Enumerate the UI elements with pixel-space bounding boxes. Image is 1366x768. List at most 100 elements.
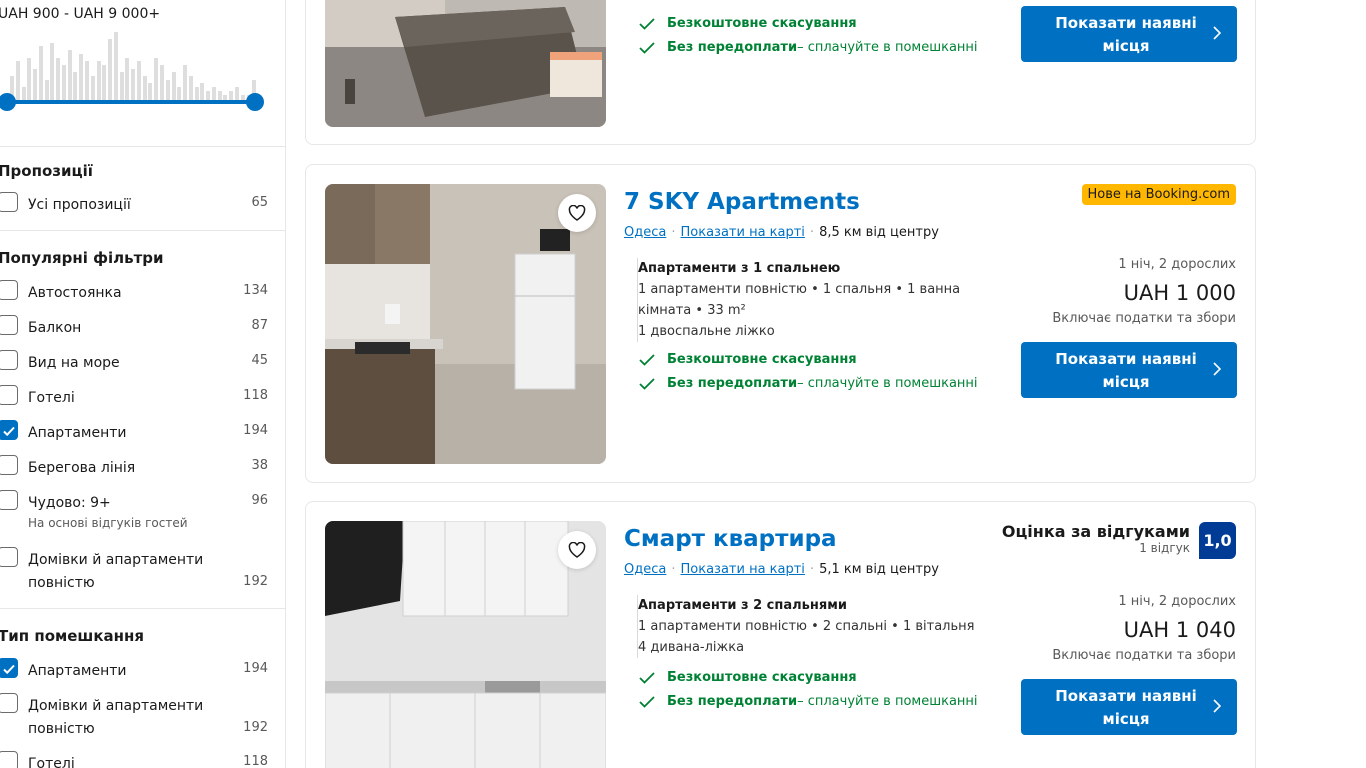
- checkbox[interactable]: [0, 350, 18, 370]
- checkbox-checked[interactable]: [0, 420, 18, 440]
- histogram-bar: [85, 61, 89, 102]
- perk-text: Безкоштовне скасування: [667, 352, 857, 367]
- review-summary[interactable]: Оцінка за відгуками 1 відгук 1,0: [1002, 522, 1236, 559]
- filter-label: Балкон: [28, 320, 82, 336]
- unit-info: Апартаменти з 1 спальнею 1 апартаменти п…: [637, 258, 1007, 342]
- price-histogram: [10, 28, 258, 102]
- filter-count: 118: [243, 388, 268, 403]
- histogram-bar: [160, 65, 164, 102]
- taxes-note: Включає податки та збори: [1052, 311, 1236, 326]
- checkmark-icon: [3, 426, 15, 437]
- show-on-map-link[interactable]: Показати на карті: [680, 225, 804, 240]
- histogram-bar: [102, 65, 107, 102]
- filter-sublabel: На основі відгуків гостей: [28, 516, 188, 530]
- no-prepayment-perk: Без передоплати – сплачуйте в помешканні: [639, 376, 978, 391]
- unit-info: Апартаменти з 2 спальнями 1 апартаменти …: [637, 595, 1007, 658]
- filter-count: 192: [243, 574, 268, 589]
- checkmark-icon: [3, 664, 15, 675]
- free-cancellation-perk: Безкоштовне скасування: [639, 16, 857, 31]
- checkbox[interactable]: [0, 455, 18, 475]
- button-label: Показати наявні місця: [1055, 350, 1197, 391]
- filter-label: Берегова лінія: [28, 460, 136, 476]
- checkmark-icon: [639, 671, 655, 684]
- review-label: Оцінка за відгуками: [1001, 522, 1190, 541]
- unit-description: 1 апартаменти повністю • 2 спальні • 1 в…: [638, 619, 975, 634]
- save-favorite-button[interactable]: [558, 194, 596, 232]
- show-availability-button[interactable]: Показати наявні місця: [1021, 679, 1237, 735]
- filter-count: 194: [243, 423, 268, 438]
- price-slider-min-handle[interactable]: [0, 93, 16, 111]
- perk-text: – сплачуйте в помешканні: [797, 40, 978, 55]
- filter-count: 65: [251, 195, 268, 210]
- price-slider-track[interactable]: [8, 100, 254, 104]
- price-range-label: UAH 900 - UAH 9 000+: [0, 6, 161, 22]
- separator-dot: ·: [809, 225, 815, 240]
- histogram-bar: [38, 46, 43, 102]
- histogram-bar: [113, 32, 118, 102]
- property-photo[interactable]: [325, 521, 606, 768]
- checkbox[interactable]: [0, 385, 18, 405]
- price: UAH 1 000: [1123, 281, 1236, 305]
- checkbox[interactable]: [0, 315, 18, 335]
- checkbox[interactable]: [0, 280, 18, 300]
- histogram-bar: [27, 58, 32, 102]
- property-photo[interactable]: [325, 0, 606, 127]
- review-text: Оцінка за відгуками 1 відгук: [1002, 522, 1190, 555]
- histogram-bar: [50, 43, 55, 102]
- histogram-bar: [136, 61, 141, 102]
- perk-text-bold: Без передоплати: [667, 376, 798, 391]
- filter-count: 87: [251, 318, 268, 333]
- show-availability-button[interactable]: Показати наявні місця: [1021, 342, 1237, 398]
- beds-info: 1 двоспальне ліжко: [638, 324, 775, 339]
- property-photo-bedroom: [325, 0, 606, 127]
- save-favorite-button[interactable]: [558, 531, 596, 569]
- filter-count: 192: [243, 720, 268, 735]
- divider: [0, 230, 286, 231]
- property-title[interactable]: Смарт квартира: [624, 526, 837, 552]
- show-on-map-link[interactable]: Показати на карті: [680, 562, 804, 577]
- filter-label: Домівки й апартаменти повністю: [28, 698, 204, 737]
- no-prepayment-perk: Без передоплати – сплачуйте в помешканні: [639, 40, 978, 55]
- stay-guests: 1 ніч, 2 дорослих: [1118, 257, 1236, 272]
- histogram-bar: [142, 76, 147, 102]
- histogram-bar: [61, 65, 66, 102]
- checkbox[interactable]: [0, 751, 18, 768]
- histogram-bar: [44, 80, 49, 102]
- perk-text: – сплачуйте в помешканні: [797, 694, 978, 709]
- city-link[interactable]: Одеса: [624, 562, 666, 577]
- separator-dot: ·: [809, 562, 815, 577]
- property-title[interactable]: 7 SKY Apartments: [624, 189, 860, 215]
- chevron-right-icon: [1213, 26, 1221, 40]
- histogram-bar: [119, 72, 124, 102]
- button-label: Показати наявні місця: [1055, 14, 1197, 55]
- checkbox[interactable]: [0, 547, 18, 567]
- free-cancellation-perk: Безкоштовне скасування: [639, 352, 857, 367]
- heart-icon: [568, 205, 586, 221]
- review-count: 1 відгук: [1139, 541, 1190, 555]
- perk-text: Безкоштовне скасування: [667, 670, 857, 685]
- show-availability-button[interactable]: Показати наявні місця: [1021, 6, 1237, 62]
- checkbox[interactable]: [0, 693, 18, 713]
- filter-count: 38: [251, 458, 268, 473]
- histogram-bar: [90, 76, 95, 102]
- filter-count: 194: [243, 661, 268, 676]
- checkbox[interactable]: [0, 490, 18, 510]
- filter-label: Вид на море: [28, 355, 120, 371]
- histogram-bar: [165, 80, 170, 102]
- price-slider-max-handle[interactable]: [246, 93, 264, 111]
- location-line: Одеса · Показати на карті · 8,5 км від центр…: [624, 225, 939, 240]
- review-score-badge: 1,0: [1199, 522, 1236, 559]
- city-link[interactable]: Одеса: [624, 225, 666, 240]
- filter-label: Усі пропозиції: [28, 197, 131, 213]
- histogram-bar: [79, 54, 84, 102]
- histogram-bar: [15, 61, 20, 102]
- offers-group-title: Пропозиції: [0, 162, 93, 180]
- checkbox-checked[interactable]: [0, 658, 18, 678]
- checkmark-icon: [639, 695, 655, 708]
- popular-filters-title: Популярні фільтри: [0, 249, 164, 267]
- free-cancellation-perk: Безкоштовне скасування: [639, 670, 857, 685]
- property-photo[interactable]: [325, 184, 606, 464]
- filter-count: 45: [251, 353, 268, 368]
- checkbox[interactable]: [0, 192, 18, 212]
- filters-sidebar: UAH 900 - UAH 9 000+ Пропозиції Усі проп…: [0, 0, 286, 768]
